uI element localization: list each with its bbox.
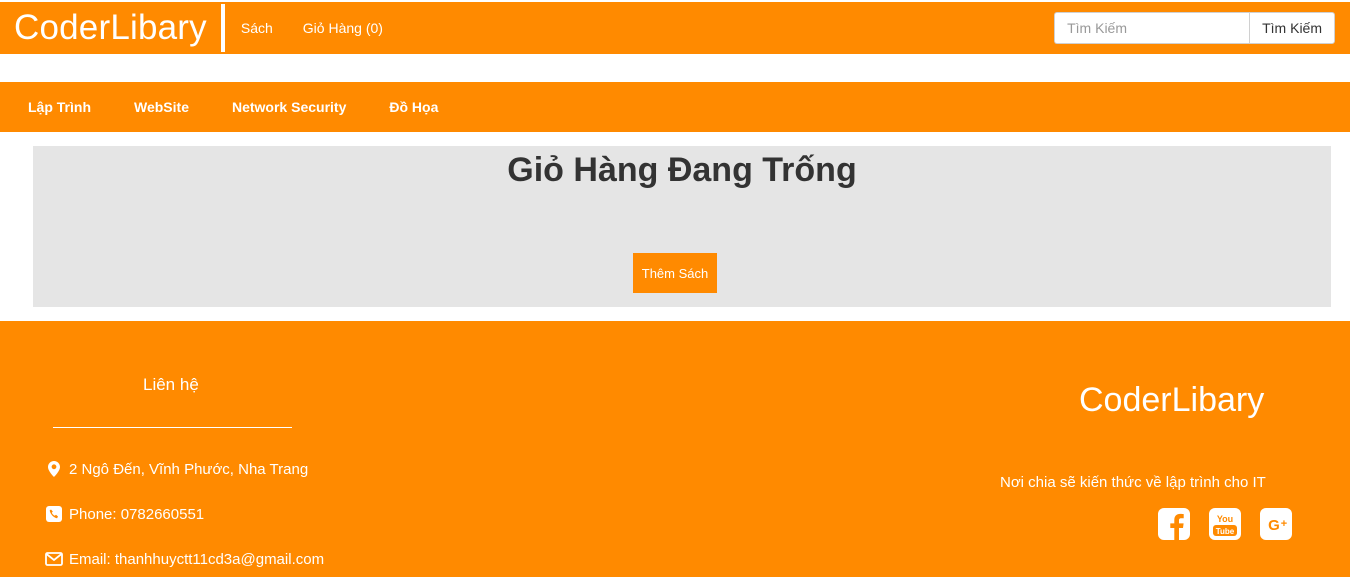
cart-panel: Giỏ Hàng Đang Trống Thêm Sách <box>33 146 1331 307</box>
email-text[interactable]: Email: thanhhuyctt11cd3a@gmail.com <box>69 551 324 568</box>
nav-link-cart[interactable]: Giỏ Hàng (0) <box>303 20 383 36</box>
top-navbar: CoderLibary Sách Giỏ Hàng (0) Tìm Kiếm <box>0 2 1350 54</box>
contact-title: Liên hệ <box>143 375 199 394</box>
category-website[interactable]: WebSite <box>134 99 189 115</box>
svg-text:G: G <box>1268 517 1280 534</box>
svg-text:You: You <box>1217 514 1233 524</box>
phone-icon <box>45 505 63 523</box>
address-text: 2 Ngô Đến, Vĩnh Phước, Nha Trang <box>69 460 309 478</box>
brand-logo[interactable]: CoderLibary <box>0 4 225 52</box>
svg-text:Tube: Tube <box>1216 527 1235 536</box>
nav-link-books[interactable]: Sách <box>241 20 273 36</box>
map-marker-icon <box>45 460 63 478</box>
add-books-button[interactable]: Thêm Sách <box>633 253 717 293</box>
footer-tagline: Nơi chia sẽ kiến thức về lập trình cho I… <box>1000 474 1266 491</box>
search-input[interactable] <box>1054 12 1250 44</box>
contact-phone: Phone: 0782660551 <box>45 505 204 523</box>
contact-email: Email: thanhhuyctt11cd3a@gmail.com <box>45 550 324 568</box>
search-button[interactable]: Tìm Kiếm <box>1249 12 1335 44</box>
category-bar: Lập Trình WebSite Network Security Đồ Họ… <box>0 82 1350 132</box>
envelope-icon <box>45 550 63 568</box>
cart-empty-title: Giỏ Hàng Đang Trống <box>507 151 857 189</box>
phone-text: Phone: 0782660551 <box>69 505 205 523</box>
contact-address: 2 Ngô Đến, Vĩnh Phước, Nha Trang <box>45 460 308 478</box>
contact-divider <box>53 427 292 428</box>
footer-brand: CoderLibary <box>1079 381 1265 419</box>
google-plus-icon[interactable]: G + <box>1260 508 1292 540</box>
category-programming[interactable]: Lập Trình <box>28 99 91 115</box>
footer: Liên hệ 2 Ngô Đến, Vĩnh Phước, Nha Trang… <box>0 321 1350 577</box>
search-form: Tìm Kiếm <box>1054 12 1335 44</box>
category-graphics[interactable]: Đồ Họa <box>389 99 438 115</box>
category-network-security[interactable]: Network Security <box>232 99 346 115</box>
youtube-icon[interactable]: You Tube <box>1209 508 1241 540</box>
facebook-icon[interactable] <box>1158 508 1190 540</box>
svg-text:+: + <box>1281 518 1287 530</box>
